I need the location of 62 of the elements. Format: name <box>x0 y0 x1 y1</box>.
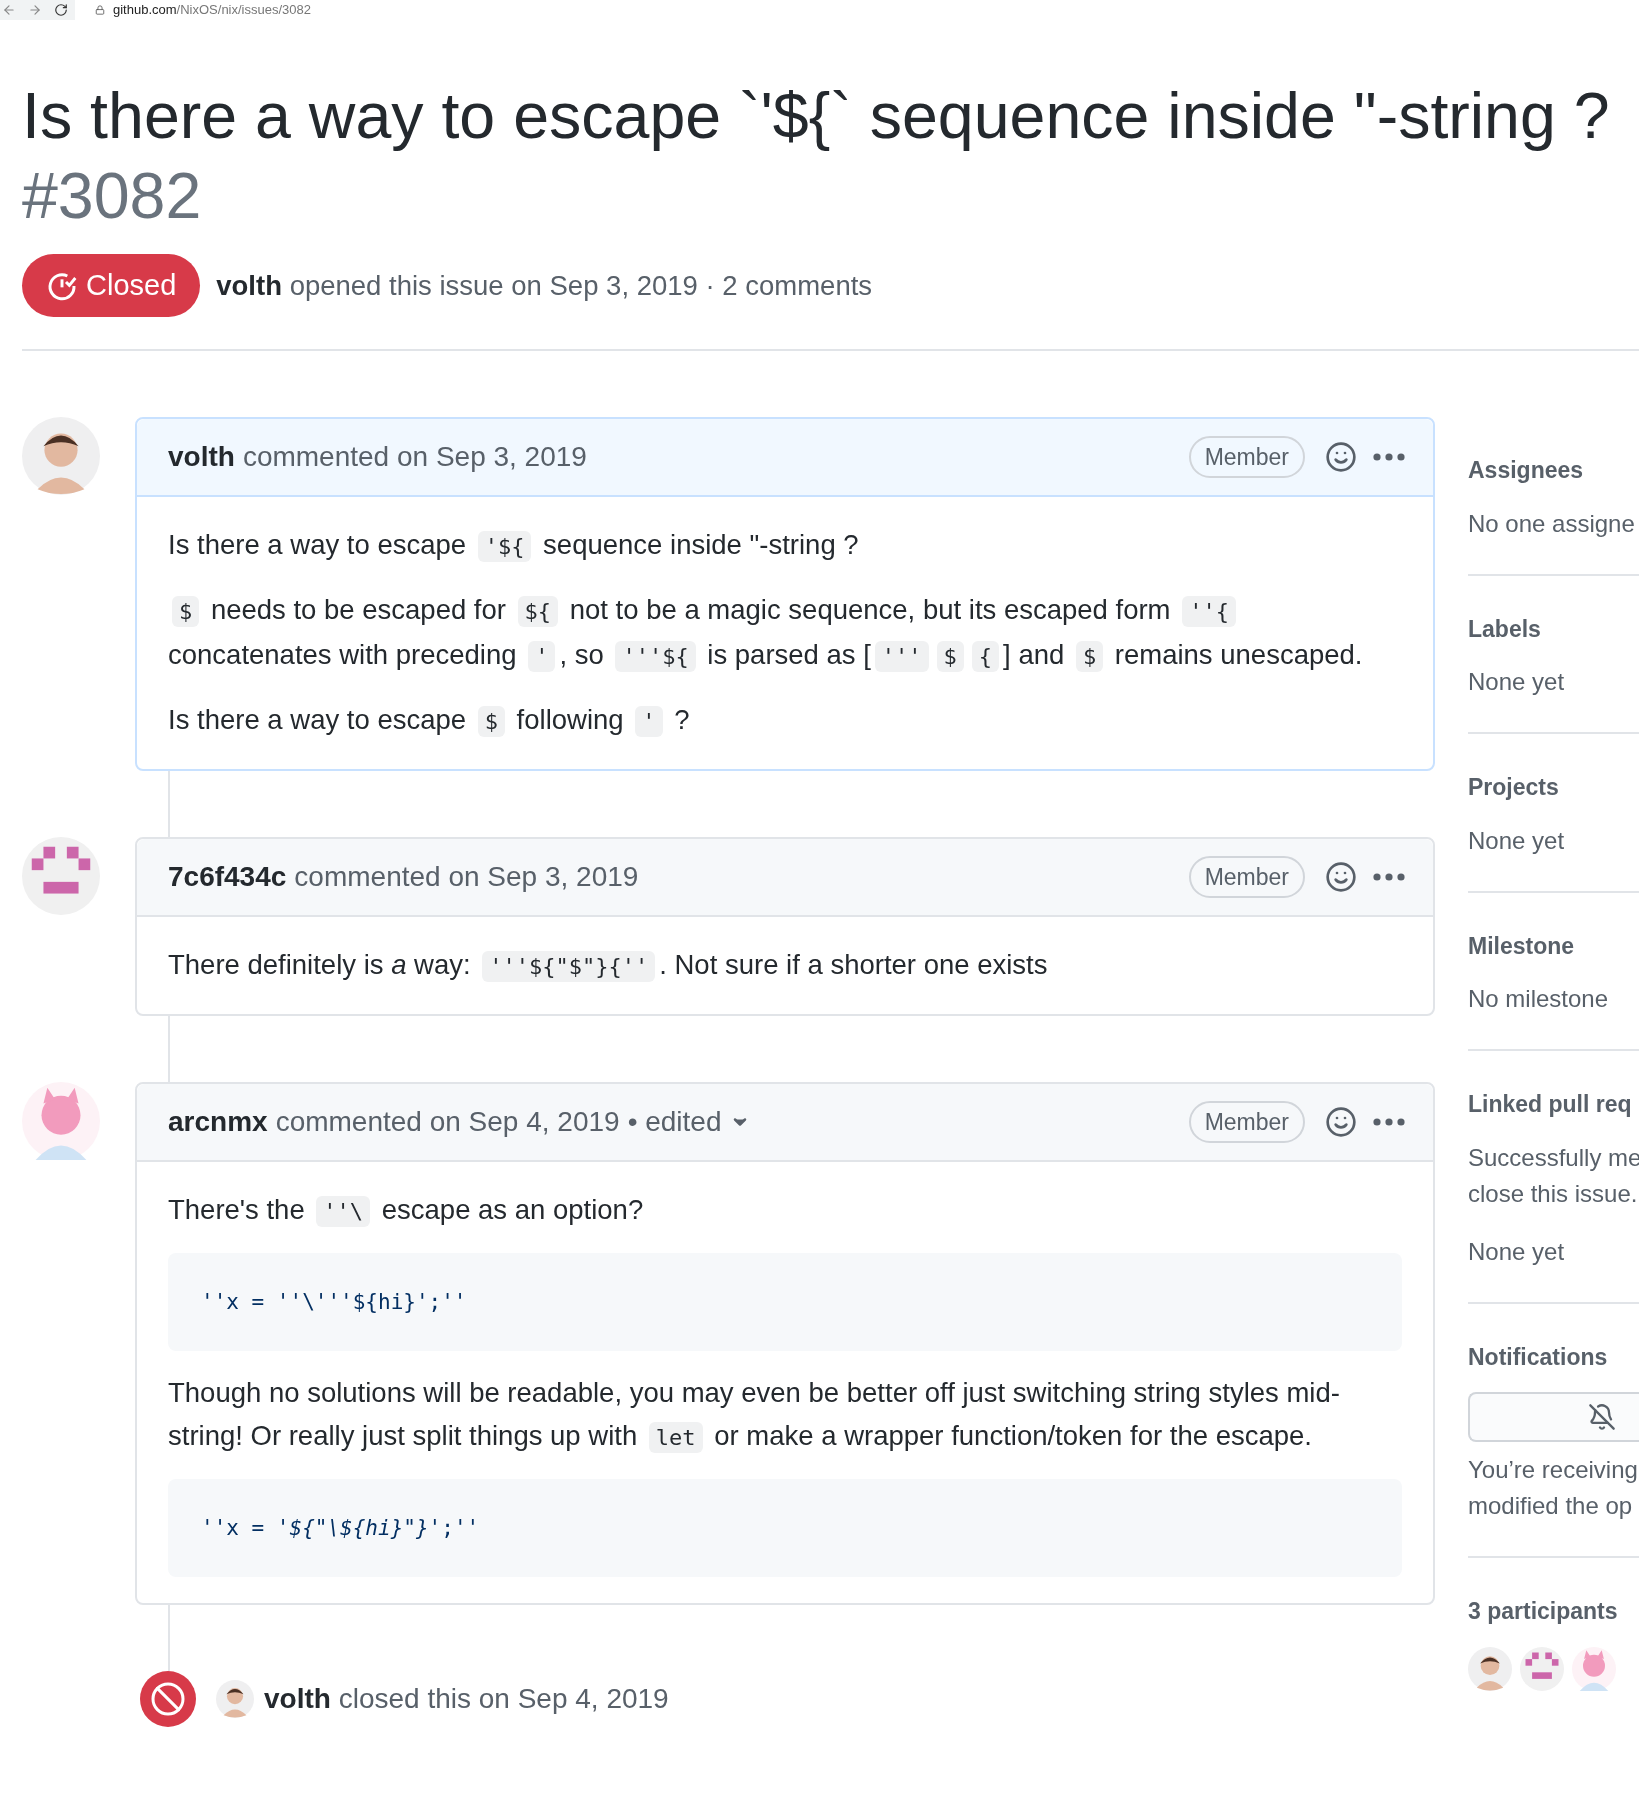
comment-meta: commented on Sep 4, 2019 <box>275 1105 620 1139</box>
lock-icon <box>95 5 105 15</box>
code-block: ''x = ''\'''${hi}';'' <box>168 1253 1402 1351</box>
forward-icon[interactable] <box>28 3 42 17</box>
url-path: /NixOS/nix/issues/3082 <box>176 1 311 20</box>
more-icon <box>1373 1118 1405 1126</box>
reaction-button[interactable] <box>1325 441 1357 473</box>
bell-off-icon <box>1588 1403 1616 1431</box>
sidebar-heading: Assignees <box>1468 456 1585 485</box>
sidebar-heading: Labels <box>1468 614 1542 644</box>
comment-paragraph: There definitely is a way: '''${"$"}{'' . Not sure if a shorter one exists <box>168 948 1049 984</box>
more-button[interactable] <box>1373 873 1405 881</box>
sidebar-heading: Notifications <box>1468 1342 1609 1372</box>
edited-dropdown[interactable]: • edited <box>627 1101 750 1143</box>
avatar <box>216 1680 254 1718</box>
sidebar-text: You’re receiving modified the op <box>1468 1455 1639 1521</box>
issue-meta: volth opened this issue on Sep 3, 2019 · 2 comments <box>216 268 873 303</box>
smiley-icon <box>1325 861 1357 893</box>
role-label: Member <box>1188 855 1305 899</box>
notification-button[interactable] <box>1468 1392 1639 1442</box>
sidebar-text: No one assigne <box>1468 508 1636 539</box>
url-host: github.com <box>113 1 177 20</box>
more-button[interactable] <box>1373 1118 1405 1126</box>
comment-meta: commented on Sep 3, 2019 <box>242 440 587 474</box>
comment-paragraph: $ needs to be escaped for ${ not to be a magic sequence, but its escaped form ''{ concatenates with preceding ' , so '''${ is parsed as [ ''' $ { ] and $ remains unescaped. <box>168 593 1364 674</box>
reload-icon[interactable] <box>54 3 68 17</box>
code-block: ''x = '${"\${hi}"}';'' <box>168 1479 1402 1577</box>
more-button[interactable] <box>1373 453 1405 461</box>
comment-paragraph: Is there a way to escape $ following ' ? <box>168 703 691 739</box>
sidebar-text: None yet <box>1468 825 1566 856</box>
sidebar-heading: Milestone <box>1468 931 1576 961</box>
role-label: Member <box>1188 435 1305 479</box>
comment-paragraph: Is there a way to escape '${ sequence inside "-string ? <box>168 528 860 564</box>
comment-paragraph: Though no solutions will be readable, you may even be better off just switching string styles mid-string! Or really just split things up with let or make a wrapper function/token for the escape. <box>168 1376 1341 1455</box>
sidebar-text: None yet <box>1468 667 1566 697</box>
author-link[interactable]: arcnmx <box>168 1101 268 1143</box>
sidebar-heading: Linked pull req <box>1468 1090 1633 1119</box>
issue-number: #3082 <box>22 160 202 232</box>
event-text: volth closed this on Sep 4, 2019 <box>264 1682 669 1716</box>
avatar <box>1572 1646 1616 1691</box>
more-icon <box>1373 873 1405 881</box>
author-link[interactable]: volth <box>168 436 235 478</box>
more-icon <box>1373 453 1405 461</box>
issue-title: Is there a way to escape `'${` sequence inside "-string ? <box>22 80 1610 152</box>
reaction-button[interactable] <box>1325 861 1357 893</box>
sidebar-heading: Projects <box>1468 773 1560 802</box>
author-link[interactable]: 7c6f434c <box>168 856 287 898</box>
avatar <box>1468 1646 1512 1691</box>
comment-meta: commented on Sep 3, 2019 <box>294 860 639 894</box>
sidebar-text: None yet <box>1468 1236 1566 1267</box>
prohibited-icon <box>150 1681 186 1717</box>
address-bar[interactable]: github.com/NixOS/nix/issues/3082 <box>75 0 1639 20</box>
smiley-icon <box>1325 1106 1357 1138</box>
reaction-button[interactable] <box>1325 1106 1357 1138</box>
identicon-avatar <box>1520 1646 1564 1691</box>
sidebar-heading: 3 participants <box>1468 1597 1619 1626</box>
sidebar-text: No milestone <box>1468 984 1610 1014</box>
comment-paragraph: There's the ''\ escape as an option? <box>168 1193 645 1229</box>
smiley-icon <box>1325 441 1357 473</box>
status-badge: Closed <box>22 254 201 317</box>
role-label: Member <box>1188 1100 1305 1144</box>
back-icon[interactable] <box>2 3 16 17</box>
